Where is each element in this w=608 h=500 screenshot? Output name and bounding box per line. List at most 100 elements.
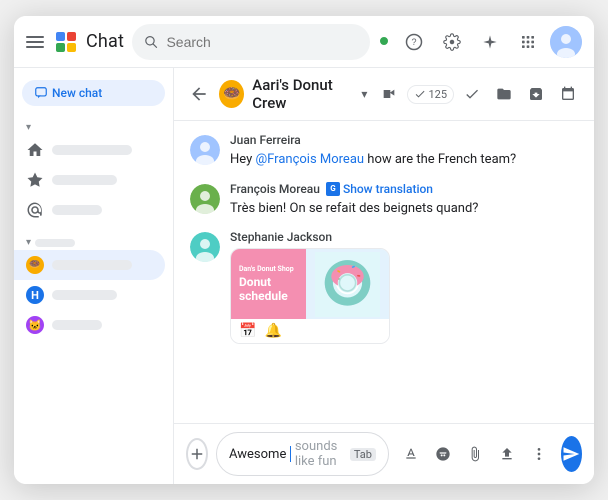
cat-label — [52, 320, 102, 330]
francois-avatar — [190, 182, 220, 219]
sidebar-item-donut-crew[interactable]: 🍩 — [14, 250, 165, 280]
message-group-1: Juan Ferreira Hey @François Moreau how a… — [190, 133, 578, 170]
new-chat-label: New chat — [52, 86, 102, 100]
sender-name-2: François Moreau — [230, 182, 320, 196]
chat-header: 🍩 Aari's Donut Crew ▾ 125 — [174, 68, 594, 121]
show-translation-button[interactable]: G Show translation — [326, 182, 433, 196]
attach-button[interactable] — [461, 440, 489, 468]
sidebar-item-h[interactable]: H — [14, 280, 165, 310]
attach-icon — [467, 446, 483, 462]
message-3-sender: Stephanie Jackson — [230, 230, 578, 244]
emoji-icon — [435, 446, 451, 462]
home-icon — [26, 141, 44, 159]
sidebar-item-cat[interactable]: 🐱 — [14, 310, 165, 340]
message-2-text: Très bien! On se refait des beignets qua… — [230, 199, 578, 219]
star-icon — [26, 171, 44, 189]
at-icon — [26, 201, 44, 219]
search-bar[interactable] — [132, 24, 370, 60]
stephanie-avatar — [190, 230, 220, 344]
app-title: Chat — [86, 31, 124, 52]
video-button[interactable] — [375, 80, 403, 108]
donut-card-footer: 📅 🔔 — [231, 319, 389, 343]
new-chat-icon — [34, 86, 48, 100]
message-1-sender: Juan Ferreira — [230, 133, 578, 147]
donut-card-right — [306, 249, 389, 319]
sidebar-item-mentions-label — [52, 205, 102, 215]
apps-button[interactable] — [512, 26, 544, 58]
search-icon — [144, 34, 158, 50]
more-icon — [531, 446, 547, 462]
h-label — [52, 290, 117, 300]
mention-francois[interactable]: @François Moreau — [255, 152, 364, 167]
shop-name: Dan's Donut Shop — [239, 265, 298, 273]
sender-name-3: Stephanie Jackson — [230, 230, 332, 244]
sidebar-nav-section: ▾ — [14, 114, 173, 229]
sidebar-item-home-label — [52, 145, 132, 155]
sidebar-dm-section: ▾ 🍩 H 🐱 — [14, 229, 173, 344]
search-input[interactable] — [166, 34, 358, 50]
tasks-icon — [414, 88, 426, 100]
translation-link-text: Show translation — [343, 182, 433, 196]
gemini-button[interactable] — [474, 26, 506, 58]
archive-button[interactable] — [522, 80, 550, 108]
messages-list: Juan Ferreira Hey @François Moreau how a… — [174, 121, 594, 423]
chat-area: 🍩 Aari's Donut Crew ▾ 125 — [174, 68, 594, 484]
folder-icon — [496, 86, 512, 102]
donut-illustration — [315, 252, 380, 317]
sidebar-item-starred[interactable] — [14, 165, 165, 195]
app-window: Chat ? — [14, 16, 594, 484]
message-group-2: François Moreau G Show translation Très … — [190, 182, 578, 219]
send-button[interactable] — [561, 436, 582, 472]
tasks-count: 125 — [428, 88, 447, 101]
folder-button[interactable] — [490, 80, 518, 108]
back-button[interactable] — [186, 80, 211, 108]
calendar-button[interactable] — [554, 80, 582, 108]
card-audio-icon[interactable]: 🔔 — [264, 323, 281, 339]
upload-button[interactable] — [493, 440, 521, 468]
message-input[interactable]: Awesome sounds like fun Tab — [216, 432, 389, 476]
sidebar-item-mentions[interactable] — [14, 195, 165, 225]
cat-avatar: 🐱 — [26, 316, 44, 334]
chevron-down-icon: ▾ — [361, 87, 367, 101]
status-indicator — [378, 35, 392, 49]
message-2-sender: François Moreau G Show translation — [230, 182, 578, 196]
upload-icon — [499, 446, 515, 462]
app-logo — [54, 30, 78, 54]
menu-icon[interactable] — [26, 32, 46, 52]
section-2-arrow: ▾ — [26, 237, 31, 248]
user-avatar[interactable] — [550, 26, 582, 58]
more-button[interactable] — [525, 440, 553, 468]
sidebar-item-starred-label — [52, 175, 117, 185]
check-button[interactable] — [458, 80, 486, 108]
donut-schedule-card[interactable]: Dan's Donut Shop Donut schedule — [230, 248, 390, 344]
emoji-button[interactable] — [429, 440, 457, 468]
add-button[interactable] — [186, 438, 208, 470]
message-2-content: François Moreau G Show translation Très … — [230, 182, 578, 219]
sidebar-section-2: ▾ — [14, 233, 173, 250]
new-chat-button[interactable]: New chat — [22, 80, 165, 106]
card-expand-icon[interactable]: 📅 — [239, 323, 256, 339]
sidebar-section-1: ▾ — [14, 118, 173, 135]
message-3-content: Stephanie Jackson Dan's Donut Shop Donut… — [230, 230, 578, 344]
chat-title[interactable]: Aari's Donut Crew ▾ — [252, 76, 367, 112]
donut-crew-label — [52, 260, 132, 270]
video-icon — [381, 86, 397, 102]
chat-title-text: Aari's Donut Crew — [252, 76, 357, 112]
chat-header-actions: 125 — [375, 80, 582, 108]
settings-button[interactable] — [436, 26, 468, 58]
input-actions — [397, 440, 553, 468]
help-icon: ? — [405, 33, 423, 51]
archive-icon — [528, 86, 544, 102]
sender-name-1: Juan Ferreira — [230, 133, 301, 147]
message-1-text: Hey @François Moreau how are the French … — [230, 150, 578, 170]
juan-avatar — [190, 133, 220, 170]
input-typed-text: Awesome — [229, 447, 286, 462]
back-icon — [189, 84, 209, 104]
format-button[interactable] — [397, 440, 425, 468]
tab-key: Tab — [350, 448, 376, 461]
help-button[interactable]: ? — [398, 26, 430, 58]
card-title: Donut schedule — [239, 275, 298, 304]
svg-text:?: ? — [411, 37, 416, 47]
tasks-badge[interactable]: 125 — [407, 85, 454, 104]
sidebar-item-home[interactable] — [14, 135, 165, 165]
